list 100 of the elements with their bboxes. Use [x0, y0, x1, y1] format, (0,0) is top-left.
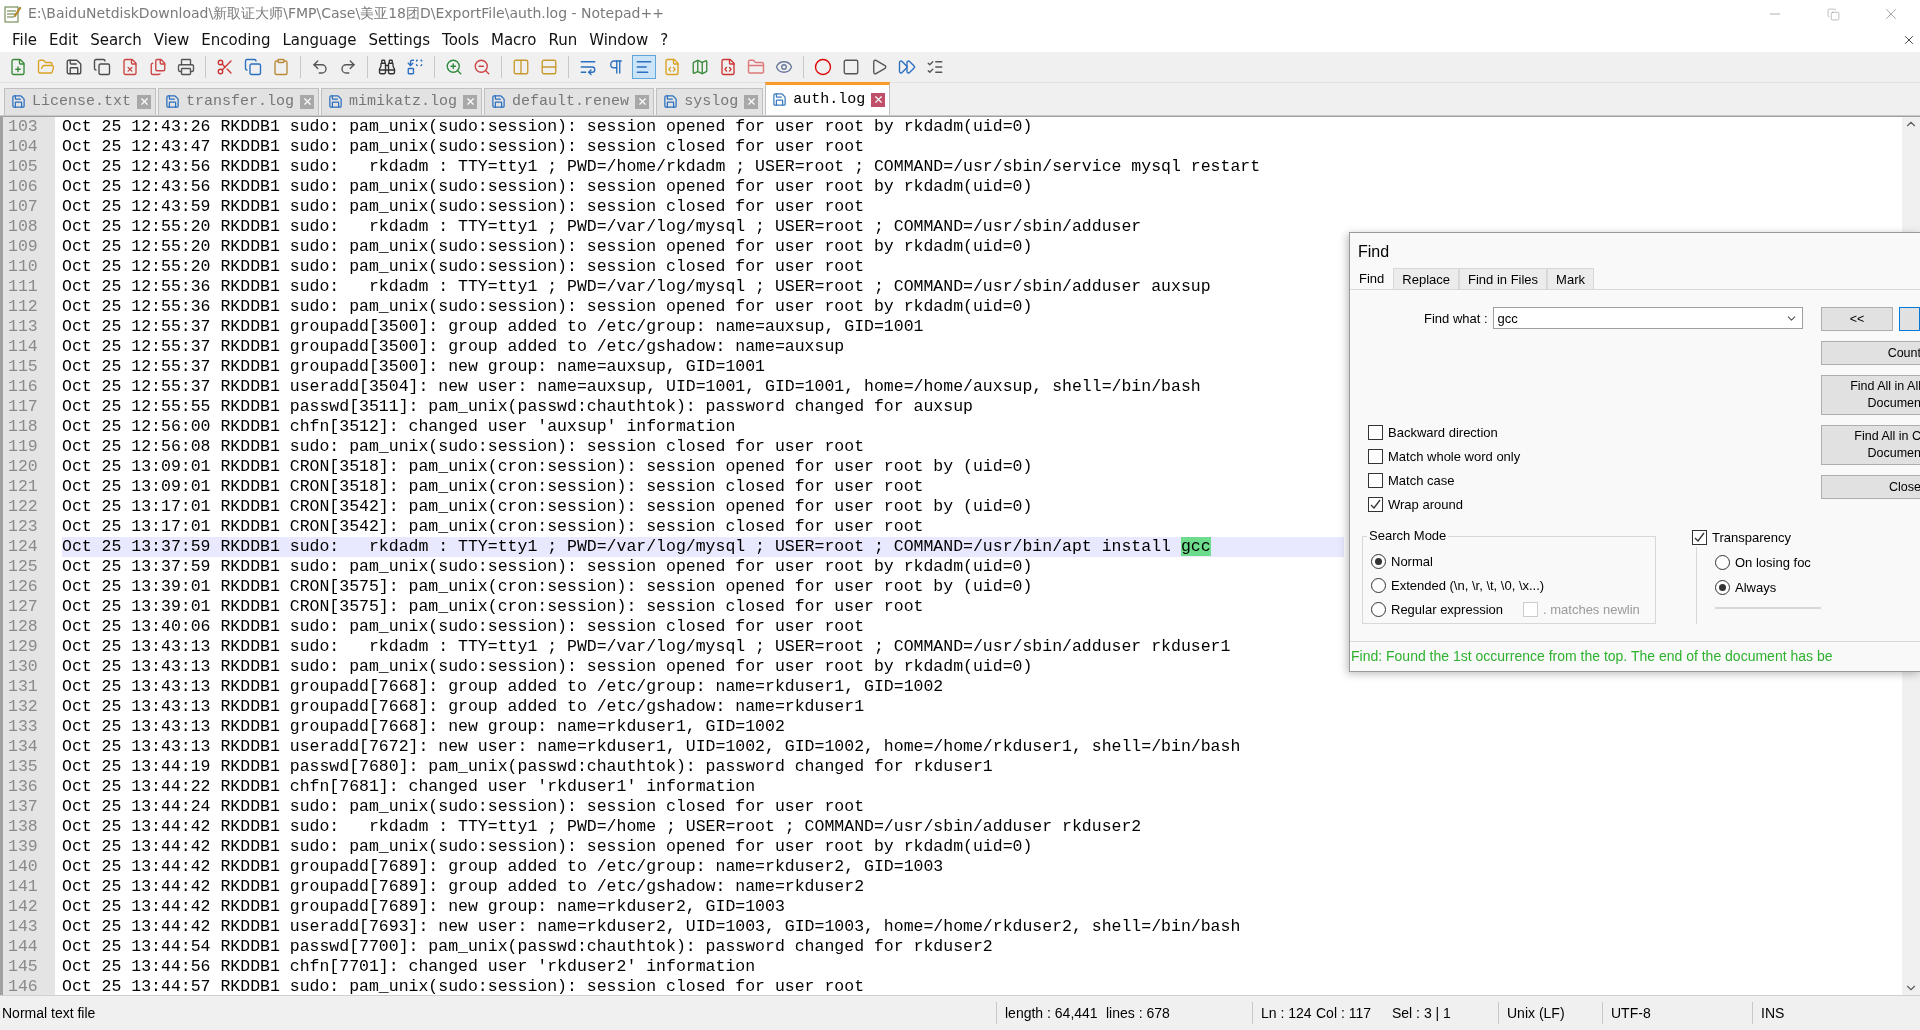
field-label: Find what :	[1424, 310, 1488, 326]
line-number: 111	[8, 276, 39, 296]
option-label: Extended (\n, \r, \t, \0, \x...)	[1391, 578, 1545, 593]
line-number: 107	[8, 196, 39, 216]
code-line: Oct 25 13:44:42 RKDDB1 sudo: pam_unix(sudo:session): session opened for user root by rkdadm(uid=0)	[62, 836, 1033, 857]
code-line: Oct 25 13:44:57 RKDDB1 sudo: pam_unix(sudo:session): session closed for user root	[62, 976, 865, 996]
code-line: Oct 25 12:55:37 RKDDB1 groupadd[3500]: group added to /etc/group: name=auxsup, GID=1001	[62, 316, 924, 337]
line-number: 117	[8, 396, 39, 416]
line-number: 127	[8, 596, 39, 616]
dialog-title: Find	[1357, 242, 1391, 262]
option-label: Match whole word only	[1388, 449, 1521, 464]
line-number: 136	[8, 776, 39, 796]
code-line: Oct 25 13:39:01 RKDDB1 CRON[3575]: pam_unix(cron:session): session closed for user root	[62, 596, 924, 617]
line-number: 130	[8, 656, 39, 676]
code-line: Oct 25 13:43:13 RKDDB1 groupadd[7668]: group added to /etc/group: name=rkduser1, GID=1002	[62, 676, 944, 697]
status-message: Find: Found the 1st occurrence from the top. The end of the document has be	[1350, 641, 1920, 671]
status-text: Sel : 3 | 1	[1391, 1004, 1452, 1024]
code-line: Oct 25 13:44:42 RKDDB1 groupadd[7689]: group added to /etc/gshadow: name=rkduser2	[62, 876, 865, 897]
status-text: INS	[1752, 1002, 1920, 1025]
option-label: Regular expression	[1391, 602, 1503, 617]
code-line: Oct 25 13:44:42 RKDDB1 useradd[7693]: new user: name=rkduser2, UID=1003, GID=1003, home=/home/rkduser2, shell=/bin/bash	[62, 916, 1241, 937]
code-line: Oct 25 12:55:55 RKDDB1 passwd[3511]: pam_unix(passwd:chauthtok): password changed for auxsup	[62, 396, 973, 417]
line-number: 128	[8, 616, 39, 636]
code-line: Oct 25 12:55:20 RKDDB1 sudo: pam_unix(sudo:session): session opened for user root by rkdadm(uid=0)	[62, 236, 1033, 257]
line-number: 124	[8, 536, 39, 556]
line-number: 121	[8, 476, 39, 496]
code-line: Oct 25 13:44:22 RKDDB1 chfn[7681]: changed user 'rkduser1' information	[62, 776, 756, 797]
line-number: 125	[8, 556, 39, 576]
code-line: Oct 25 12:55:37 RKDDB1 groupadd[3500]: new group: name=auxsup, GID=1001	[62, 356, 765, 377]
line-number: 144	[8, 936, 39, 956]
line-number: 123	[8, 516, 39, 536]
code-line: Oct 25 13:44:42 RKDDB1 groupadd[7689]: group added to /etc/group: name=rkduser2, GID=1003	[62, 856, 944, 877]
line-number: 103	[8, 116, 39, 136]
option-label: Normal	[1391, 554, 1433, 569]
line-number: 112	[8, 296, 39, 316]
option-label: Always	[1735, 580, 1777, 595]
line-number: 143	[8, 916, 39, 936]
code-line: Oct 25 13:39:01 RKDDB1 CRON[3575]: pam_unix(cron:session): session opened for user root by (uid=0)	[62, 576, 1033, 597]
line-number: 118	[8, 416, 39, 436]
code-line: Oct 25 13:09:01 RKDDB1 CRON[3518]: pam_unix(cron:session): session opened for user root by (uid=0)	[62, 456, 1033, 477]
option-label: Backward direction	[1388, 425, 1498, 440]
code-line: Oct 25 13:44:42 RKDDB1 sudo: rkdadm : TTY=tty1 ; PWD=/home ; USER=root ; COMMAND=/usr/sbin/adduser rkduser2	[62, 816, 1142, 837]
code-line: Oct 25 13:43:13 RKDDB1 groupadd[7668]: group added to /etc/gshadow: name=rkduser1	[62, 696, 865, 717]
code-line: Oct 25 13:44:56 RKDDB1 chfn[7701]: changed user 'rkduser2' information	[62, 956, 756, 977]
code-line: Oct 25 12:43:56 RKDDB1 sudo: pam_unix(sudo:session): session opened for user root by rkdadm(uid=0)	[62, 176, 1033, 197]
code-line: Oct 25 13:37:59 RKDDB1 sudo: pam_unix(sudo:session): session opened for user root by rkdadm(uid=0)	[62, 556, 1033, 577]
code-line: Oct 25 12:43:47 RKDDB1 sudo: pam_unix(sudo:session): session closed for user root	[62, 136, 865, 157]
line-number: 105	[8, 156, 39, 176]
code-line: Oct 25 13:17:01 RKDDB1 CRON[3542]: pam_unix(cron:session): session opened for user root by (uid=0)	[62, 496, 1033, 517]
line-number: 113	[8, 316, 39, 336]
status-text: lines : 678	[1105, 1004, 1171, 1024]
code-line: Oct 25 13:43:13 RKDDB1 useradd[7672]: new user: name=rkduser1, UID=1002, GID=1002, home=/home/rkduser1, shell=/bin/bash	[62, 736, 1241, 757]
option-label: . matches newlin	[1543, 602, 1640, 617]
line-number: 133	[8, 716, 39, 736]
code-line: Oct 25 12:55:20 RKDDB1 sudo: pam_unix(sudo:session): session closed for user root	[62, 256, 865, 277]
code-line: Oct 25 13:44:19 RKDDB1 passwd[7680]: pam_unix(passwd:chauthtok): password changed for rkduser1	[62, 756, 993, 777]
line-number: 129	[8, 636, 39, 656]
status-text: UTF-8	[1602, 1002, 1752, 1025]
option-label: On losing foc	[1735, 555, 1811, 570]
code-line: Oct 25 13:44:42 RKDDB1 groupadd[7689]: new group: name=rkduser2, GID=1003	[62, 896, 785, 917]
line-number: 122	[8, 496, 39, 516]
option-label: Transparency	[1712, 530, 1791, 545]
line-number: 110	[8, 256, 39, 276]
line-number: 106	[8, 176, 39, 196]
line-number: 140	[8, 856, 39, 876]
option-label: Match case	[1388, 473, 1455, 488]
line-number: 145	[8, 956, 39, 976]
line-number: 141	[8, 876, 39, 896]
code-line: Oct 25 12:55:37 RKDDB1 useradd[3504]: new user: name=auxsup, UID=1001, GID=1001, home=/home/auxsup, shell=/bin/bash	[62, 376, 1201, 397]
code-line: Oct 25 12:43:56 RKDDB1 sudo: rkdadm : TTY=tty1 ; PWD=/home/rkdadm ; USER=root ; COMMAND=/usr/sbin/service mysql restart	[62, 156, 1261, 177]
code-line: Oct 25 12:56:08 RKDDB1 sudo: pam_unix(sudo:session): session closed for user root	[62, 436, 865, 457]
line-number: 116	[8, 376, 39, 396]
option-label: Wrap around	[1388, 497, 1463, 512]
line-number: 114	[8, 336, 39, 356]
line-number: 142	[8, 896, 39, 916]
status-text: Unix (LF)	[1498, 1002, 1602, 1025]
line-number: 146	[8, 976, 39, 996]
line-number: 137	[8, 796, 39, 816]
code-line: Oct 25 13:44:24 RKDDB1 sudo: pam_unix(sudo:session): session closed for user root	[62, 796, 865, 817]
line-number: 109	[8, 236, 39, 256]
line-number: 138	[8, 816, 39, 836]
code-line: Oct 25 13:43:13 RKDDB1 sudo: pam_unix(sudo:session): session opened for user root by rkdadm(uid=0)	[62, 656, 1033, 677]
code-line: Oct 25 12:43:26 RKDDB1 sudo: pam_unix(sudo:session): session opened for user root by rkdadm(uid=0)	[62, 116, 1033, 137]
line-number: 126	[8, 576, 39, 596]
window-title: E:\BaiduNetdiskDownload\新取证大师\FMP\Case\美亚18团D\ExportFile\auth.log - Notepad++	[28, 5, 665, 23]
code-line: Oct 25 13:40:06 RKDDB1 sudo: pam_unix(sudo:session): session closed for user root	[62, 616, 865, 637]
code-line: Oct 25 13:44:54 RKDDB1 passwd[7700]: pam_unix(passwd:chauthtok): password changed for rkduser2	[62, 936, 993, 957]
line-number: 115	[8, 356, 39, 376]
group-title: Search Mode	[1367, 528, 1449, 543]
code-line: Oct 25 13:17:01 RKDDB1 CRON[3542]: pam_unix(cron:session): session closed for user root	[62, 516, 924, 537]
status-text: Col : 117	[1315, 1004, 1372, 1024]
code-line: Oct 25 13:43:13 RKDDB1 sudo: rkdadm : TTY=tty1 ; PWD=/var/log/mysql ; USER=root ; COMMAND=/usr/sbin/adduser rkduser1	[62, 636, 1231, 657]
line-number: 139	[8, 836, 39, 856]
line-number: 131	[8, 676, 39, 696]
line-number: 132	[8, 696, 39, 716]
code-line: Oct 25 12:55:37 RKDDB1 groupadd[3500]: group added to /etc/gshadow: name=auxsup	[62, 336, 845, 357]
code-line: Oct 25 13:43:13 RKDDB1 groupadd[7668]: new group: name=rkduser1, GID=1002	[62, 716, 785, 737]
line-number: 135	[8, 756, 39, 776]
code-line: Oct 25 12:56:00 RKDDB1 chfn[3512]: changed user 'auxsup' information	[62, 416, 736, 437]
status-text: Normal text file	[1, 1004, 97, 1024]
